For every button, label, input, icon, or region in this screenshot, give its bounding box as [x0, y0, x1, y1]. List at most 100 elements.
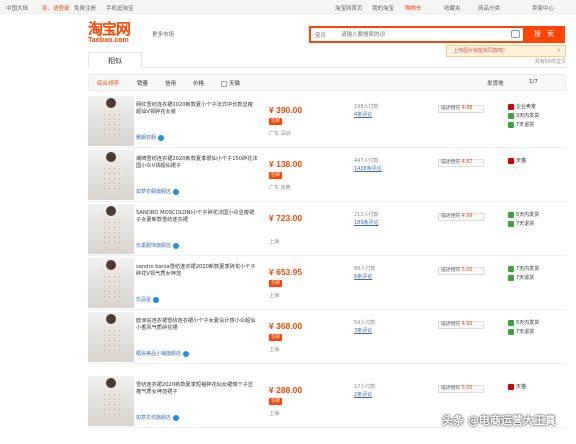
- sort-default[interactable]: 综合排序: [97, 79, 119, 87]
- sort-bar: 综合排序 销量 信用 价格 天猫 发货地 1/7: [88, 74, 566, 91]
- shop-name[interactable]: 如意衣坊旗舰店: [136, 414, 180, 421]
- sort-price[interactable]: 价格: [193, 79, 204, 87]
- review-link[interactable]: 2条评论: [354, 391, 375, 399]
- logo-cn: 淘宝网: [88, 20, 131, 38]
- product-title[interactable]: sandro barsa雪纺连衣裙2020新款夏季碎花小个子碎花V领气质女神范: [136, 264, 258, 278]
- wangwang-chat-icon[interactable]: [153, 296, 160, 303]
- product-image[interactable]: [88, 96, 134, 146]
- service-label: 天猫: [516, 384, 527, 390]
- sales-info: 447人付款 1428条评论: [354, 157, 382, 173]
- tab-similar[interactable]: 相似: [88, 52, 142, 68]
- service-tag: 7天退货: [508, 220, 539, 229]
- shop-name[interactable]: 乐巢服饰旗舰店: [136, 242, 180, 249]
- shop-name[interactable]: 雅朗衣橱: [136, 134, 165, 141]
- sort-credit[interactable]: 信用: [165, 79, 176, 87]
- wangwang-chat-icon[interactable]: [173, 188, 180, 195]
- product-image[interactable]: [88, 312, 134, 362]
- service-tag: 5天内发货: [508, 211, 539, 220]
- rating-dropdown[interactable]: 描述相符 5.00: [438, 385, 484, 393]
- ship-location: 上海: [269, 239, 280, 245]
- product-price: ¥ 368.00: [269, 321, 303, 331]
- shop-name[interactable]: 如梦衣橱旗舰店: [136, 188, 180, 195]
- ship-location: 上海: [269, 411, 280, 417]
- taobao-logo[interactable]: 淘宝网 Taobao.com: [88, 20, 148, 45]
- category-link[interactable]: 商品分类: [478, 4, 500, 12]
- wangwang-chat-icon[interactable]: [183, 350, 190, 357]
- sales-info: 98人付款 6条评论: [354, 265, 375, 281]
- product-image[interactable]: [88, 204, 134, 254]
- review-link[interactable]: 6条评论: [354, 273, 375, 281]
- tmall-filter-label: 天猫: [229, 81, 241, 87]
- taobao-home-link[interactable]: 淘宝网首页: [335, 4, 363, 12]
- product-price: ¥ 390.00: [269, 105, 303, 115]
- cart-link[interactable]: 购物车: [405, 4, 422, 12]
- search-category-select[interactable]: 宝贝: [315, 31, 326, 39]
- product-row[interactable]: 潮牌雪纺连衣裙2020新款夏季很仙小个子150碎花法国小众V领超仙裙子 如梦衣橱…: [88, 148, 566, 202]
- product-price: ¥ 138.00: [269, 159, 303, 169]
- service-icon: [508, 220, 514, 227]
- product-title[interactable]: 欧洲站连衣裙雪纺连衣裙小个子女夏设计感小众超仙小香风气质碎花裙: [136, 318, 258, 332]
- service-list: 天猫: [508, 157, 526, 166]
- shop-name-label: 优品屋: [136, 297, 152, 303]
- shop-name-label: 都会美品小铺旗舰店: [136, 351, 182, 357]
- product-image[interactable]: [88, 150, 134, 200]
- shop-name-label: 如意衣坊旗舰店: [136, 415, 172, 421]
- service-icon: [508, 328, 514, 335]
- my-taobao-link[interactable]: 我的淘宝: [372, 4, 394, 12]
- rating-label: 描述相符: [441, 214, 461, 219]
- mobile-link[interactable]: 手机逛淘宝: [106, 4, 134, 12]
- sort-sales[interactable]: 销量: [137, 79, 148, 87]
- service-icon: [508, 211, 514, 218]
- service-icon: [508, 383, 514, 390]
- product-row[interactable]: 网红雪纺连衣裙2020新款夏小个子法式中长款显瘦超仙V领碎花女装 雅朗衣橱 ¥ …: [88, 94, 566, 148]
- camera-icon[interactable]: [511, 30, 520, 38]
- free-shipping-badge: 包邮: [269, 172, 282, 179]
- rating-dropdown[interactable]: 描述相符 4.99: [438, 213, 484, 221]
- favorites-link[interactable]: 收藏夹: [444, 4, 461, 12]
- shop-name[interactable]: 优品屋: [136, 296, 160, 303]
- review-link[interactable]: 3条评论: [354, 327, 375, 335]
- review-link[interactable]: 4条评论: [354, 111, 379, 119]
- wangwang-chat-icon[interactable]: [173, 242, 180, 249]
- product-title[interactable]: 潮牌雪纺连衣裙2020新款夏季很仙小个子150碎花法国小众V领超仙裙子: [136, 156, 258, 170]
- checkbox-icon[interactable]: [221, 80, 227, 87]
- rating-dropdown[interactable]: 描述相符 5.00: [438, 267, 484, 275]
- rating-label: 描述相符: [441, 386, 461, 391]
- service-tag: 天猫: [508, 157, 526, 166]
- wangwang-chat-icon[interactable]: [158, 134, 165, 141]
- product-row[interactable]: 欧洲站连衣裙雪纺连衣裙小个子女夏设计感小众超仙小香风气质碎花裙 都会美品小铺旗舰…: [88, 310, 566, 364]
- login-link[interactable]: 亲，请登录: [42, 4, 70, 12]
- watermark: 头条 @电商运营大王真: [442, 414, 556, 427]
- ship-location: 广东 东莞: [269, 185, 291, 191]
- rating-score: 5.00: [461, 268, 473, 273]
- region-selector[interactable]: 中国大陆: [6, 4, 28, 12]
- seller-center-link[interactable]: 卖家中心: [532, 4, 554, 12]
- product-image[interactable]: [88, 258, 134, 308]
- shop-name[interactable]: 都会美品小铺旗舰店: [136, 350, 190, 357]
- product-title[interactable]: 网红雪纺连衣裙2020新款夏小个子法式中长款显瘦超仙V领碎花女装: [136, 102, 258, 116]
- service-icon: [508, 112, 514, 119]
- wangwang-chat-icon[interactable]: [173, 414, 180, 421]
- product-price: ¥ 723.00: [269, 213, 303, 223]
- tmall-filter[interactable]: 天猫: [221, 79, 240, 87]
- search-input[interactable]: [341, 30, 511, 40]
- register-link[interactable]: 免费注册: [74, 4, 96, 12]
- service-tag: 5天内发货: [508, 319, 539, 328]
- product-title[interactable]: SANDRO MOSCOLONI小个子碎花法国小众显瘦裙子女夏新款雪纺连衣裙: [136, 210, 258, 224]
- rating-dropdown[interactable]: 描述相符 4.87: [438, 159, 484, 167]
- review-link[interactable]: 1428条评论: [354, 165, 382, 173]
- product-row[interactable]: sandro barsa雪纺连衣裙2020新款夏季碎花小个子碎花V领气质女神范 …: [88, 256, 566, 310]
- ship-from-dropdown[interactable]: 发货地: [487, 79, 504, 87]
- product-image[interactable]: [88, 376, 134, 426]
- product-row[interactable]: SANDRO MOSCOLONI小个子碎花法国小众显瘦裙子女夏新款雪纺连衣裙 乐…: [88, 202, 566, 256]
- search-button[interactable]: 搜 索: [525, 26, 565, 43]
- product-title[interactable]: 雪纺连衣裙2020新款夏季短袖碎花仙女裙矮个子显瘦气质女神范裙子: [136, 382, 258, 396]
- rating-dropdown[interactable]: 描述相符 4.88: [438, 105, 484, 113]
- service-list: 企业卖家 3天内发货 7天退货: [508, 103, 539, 130]
- rating-dropdown[interactable]: 描述相符 4.99: [438, 321, 484, 329]
- review-link[interactable]: 189条评论: [354, 219, 379, 227]
- service-icon: [508, 103, 514, 110]
- rating-score: 4.99: [461, 322, 473, 327]
- rating-label: 描述相符: [441, 160, 461, 165]
- more-markets-dropdown[interactable]: 更多市场: [152, 30, 174, 38]
